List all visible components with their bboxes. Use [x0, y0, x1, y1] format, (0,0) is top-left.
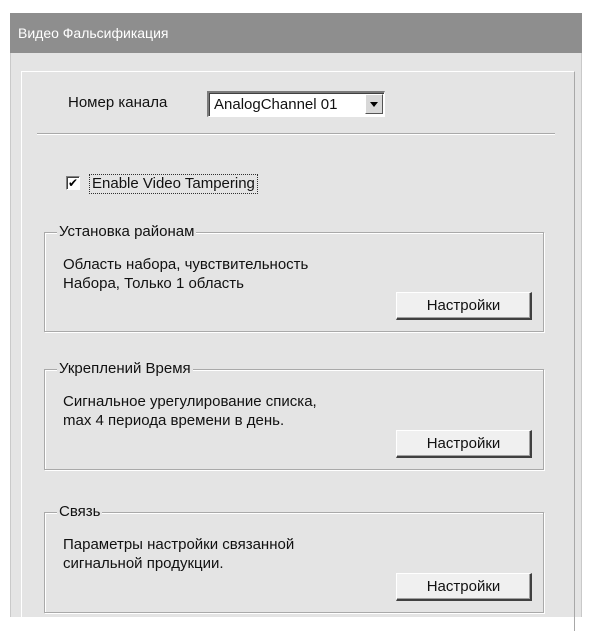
- description-line: Сигнальное урегулирование списка,: [63, 393, 317, 410]
- group-description: Параметры настройки связанной сигнальной…: [63, 535, 294, 573]
- group-title: Установка районам: [57, 223, 197, 241]
- description-line: Параметры настройки связанной: [63, 536, 295, 553]
- channel-number-label: Номер канала: [68, 94, 168, 111]
- group-description: Сигнальное урегулирование списка, max 4 …: [63, 392, 317, 430]
- description-line: Область набора, чувствительность: [63, 256, 309, 273]
- area-settings-group: Установка районам Область набора, чувств…: [44, 223, 544, 332]
- window-title: Видео Фальсификация: [10, 13, 582, 53]
- description-line: max 4 периода времени в день.: [63, 412, 285, 429]
- linkage-group: Связь Параметры настройки связанной сигн…: [44, 503, 544, 613]
- channel-select[interactable]: AnalogChannel 01: [207, 91, 385, 117]
- group-description: Область набора, чувствительность Набора,…: [63, 255, 308, 293]
- divider: [37, 133, 555, 135]
- channel-select-value: AnalogChannel 01: [214, 96, 338, 113]
- enable-video-tampering-checkbox[interactable]: ✔: [66, 176, 80, 190]
- arming-schedule-group: Укреплений Время Сигнальное урегулирован…: [44, 360, 544, 470]
- enable-video-tampering-label[interactable]: Enable Video Tampering: [89, 174, 258, 194]
- description-line: Набора, Только 1 область: [63, 275, 244, 292]
- linkage-settings-button[interactable]: Настройки: [396, 573, 532, 601]
- schedule-settings-button[interactable]: Настройки: [396, 430, 532, 458]
- group-title: Укреплений Время: [57, 360, 193, 378]
- area-settings-button[interactable]: Настройки: [396, 292, 532, 320]
- description-line: сигнальной продукции.: [63, 555, 224, 572]
- group-title: Связь: [57, 503, 103, 521]
- chevron-down-icon[interactable]: [365, 94, 383, 114]
